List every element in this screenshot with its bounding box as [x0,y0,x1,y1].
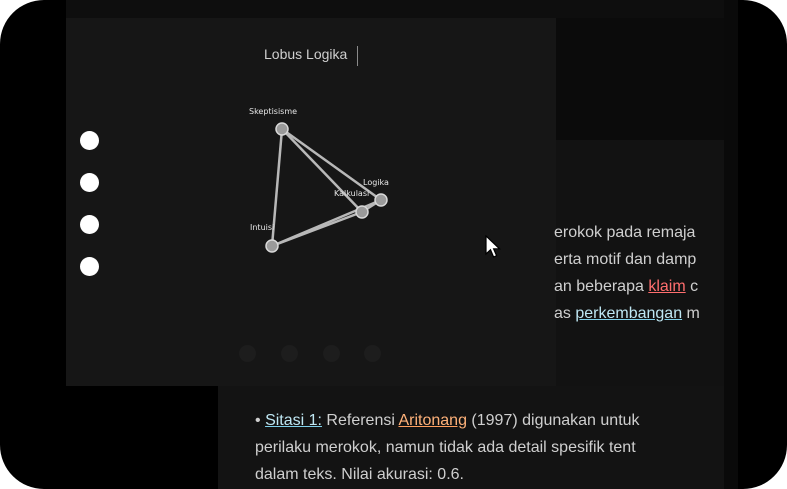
doc-line-3: an beberapa klaim c [554,278,698,296]
dark-block [556,18,724,140]
node-kalkulasi[interactable] [355,205,369,219]
doc-line-3-end: c [685,278,699,295]
doc-line-2: erta motif dan damp [554,251,697,268]
pager-dot-4[interactable] [364,345,381,362]
citation-line-1: • Sitasi 1: Referensi Aritonang (1997) d… [255,412,640,430]
label-kalkulasi: Kalkulasi [334,189,369,198]
doc-line-4-start: as [554,305,576,322]
mouse-pointer-icon [485,235,502,258]
side-bullet-4[interactable] [80,257,99,276]
pager-dot-3[interactable] [323,345,340,362]
top-band [66,0,724,18]
doc-line-3-start: an beberapa [554,278,649,295]
citation-text-before: Referensi [321,412,399,429]
claim-link[interactable]: klaim [648,278,685,295]
citation-author-link[interactable]: Aritonang [398,412,467,429]
doc-line-1: erokok pada remaja [554,224,696,241]
citation-label-link[interactable]: Sitasi 1: [265,412,322,429]
citation-line-3: dalam teks. Nilai akurasi: 0.6. [255,466,464,483]
node-logika[interactable] [374,193,388,207]
side-bullet-1[interactable] [80,131,99,150]
edge-intuisi-kalkulasi [271,210,363,248]
screen-frame: Lobus Logika Skeptisisme Logika Kalkulas… [0,0,787,489]
node-skeptisisme[interactable] [275,122,289,136]
citation-line-2: perilaku merokok, namun tidak ada detail… [255,439,636,456]
citation-text-after: (1997) digunakan untuk [466,412,640,429]
pager-dot-1[interactable] [239,345,256,362]
perkembangan-link[interactable]: perkembangan [575,305,682,322]
graph-panel: Lobus Logika Skeptisisme Logika Kalkulas… [66,18,556,386]
doc-line-4: as perkembangan m [554,305,700,323]
logic-graph: Skeptisisme Logika Kalkulasi Intuisi [249,107,389,253]
graph-edges [270,127,382,248]
node-intuisi[interactable] [265,239,279,253]
edge-skeptisisme-kalkulasi [281,128,363,213]
label-intuisi: Intuisi [250,223,274,232]
doc-line-4-end: m [682,305,700,322]
label-logika: Logika [363,178,389,187]
citation-bullet: • [255,412,261,429]
right-edge [724,0,738,489]
side-bullet-2[interactable] [80,173,99,192]
label-skeptisisme: Skeptisisme [249,107,297,116]
pager-dot-2[interactable] [281,345,298,362]
side-bullet-3[interactable] [80,215,99,234]
